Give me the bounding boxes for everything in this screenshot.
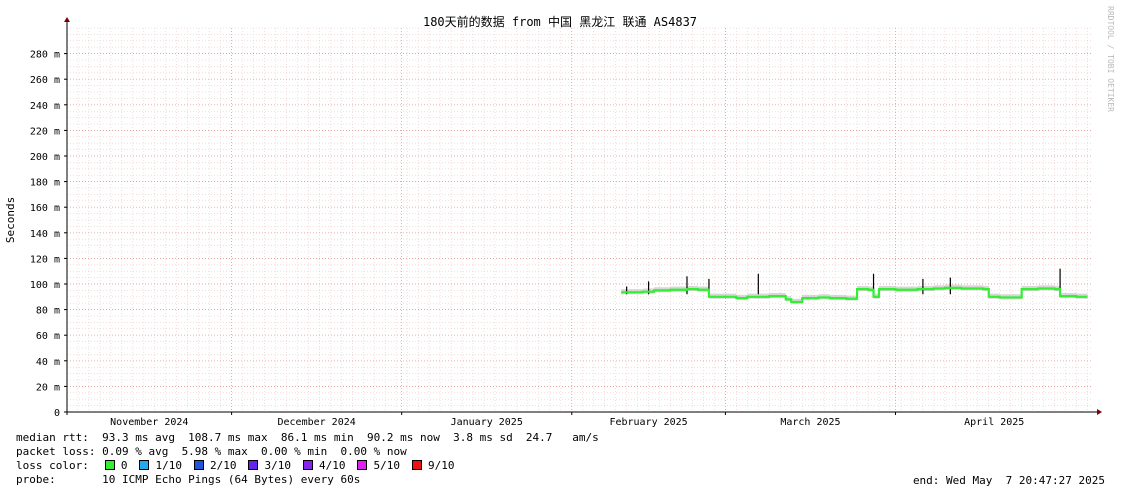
loss-color-swatch bbox=[104, 460, 115, 470]
minor-grid bbox=[66, 27, 1093, 413]
y-tick-label: 120 m bbox=[30, 254, 60, 265]
loss-color-label-text: 1/10 bbox=[155, 459, 182, 472]
y-tick-label: 20 m bbox=[36, 382, 60, 393]
x-tick-labels: November 2024 December 2024 January 2025 Fe… bbox=[110, 417, 1024, 428]
x-tick-label: December 2024 bbox=[278, 417, 356, 428]
median-rtt-stats: median rtt: 93.3 ms avg 108.7 ms max 86.… bbox=[16, 431, 599, 444]
loss-color-label-text: 9/10 bbox=[427, 459, 455, 472]
x-tick-label: April 2025 bbox=[964, 417, 1024, 428]
y-tick-label: 220 m bbox=[30, 126, 60, 137]
smoke-band bbox=[621, 284, 1088, 304]
loss-color-swatch bbox=[411, 460, 422, 470]
loss-color-item: 0 bbox=[104, 459, 128, 472]
y-tick-label: 160 m bbox=[30, 203, 60, 214]
y-tick-label: 180 m bbox=[30, 178, 60, 189]
y-tick-label: 40 m bbox=[36, 357, 60, 368]
loss-color-item: 1/10 bbox=[139, 459, 182, 472]
loss-color-item: 4/10 bbox=[302, 459, 346, 472]
loss-color-item: 9/10 bbox=[411, 459, 455, 472]
y-tick-label: 0 bbox=[54, 408, 60, 419]
loss-color-label-text: 0 bbox=[120, 459, 128, 472]
y-tick-label: 60 m bbox=[36, 331, 60, 342]
loss-color-label-text: 5/10 bbox=[373, 459, 400, 472]
y-axis-label: Seconds bbox=[4, 197, 17, 243]
chart-title: 180天前的数据 from 中国 黑龙江 联通 AS4837 bbox=[423, 14, 697, 29]
loss-color-items: 0 1/10 2/10 3/10 4/10 5/10 9/10 bbox=[104, 459, 467, 472]
y-tick-label: 80 m bbox=[36, 306, 60, 317]
loss-color-swatch bbox=[302, 460, 313, 470]
loss-color-label-text: 3/10 bbox=[264, 459, 291, 472]
loss-color-label: loss color: bbox=[16, 459, 89, 472]
loss-color-legend: loss color: 0 1/10 2/10 3/10 4/10 5/10 9/10 bbox=[16, 459, 466, 473]
y-tick-labels: 0 20 m 40 m 60 m 80 m 100 m 120 m 140 m 160 m 180… bbox=[30, 50, 60, 419]
y-tick-label: 240 m bbox=[30, 101, 60, 112]
y-tick-label: 200 m bbox=[30, 152, 60, 163]
x-tick-label: March 2025 bbox=[780, 417, 840, 428]
y-tick-label: 140 m bbox=[30, 229, 60, 240]
latency-chart: 0 20 m 40 m 60 m 80 m 100 m 120 m 140 m 160 m 180… bbox=[4, 14, 1102, 428]
probe-info: probe: 10 ICMP Echo Pings (64 Bytes) eve… bbox=[16, 473, 361, 486]
loss-color-item: 3/10 bbox=[248, 459, 291, 472]
y-tick-label: 280 m bbox=[30, 50, 60, 61]
loss-color-item: 2/10 bbox=[193, 459, 237, 472]
y-axis-arrow bbox=[64, 17, 70, 22]
rrdtool-watermark: RRDTOOL / TOBI OETIKER bbox=[1106, 6, 1115, 112]
loss-color-item: 5/10 bbox=[357, 459, 400, 472]
loss-color-swatch bbox=[139, 460, 150, 470]
x-axis-arrow bbox=[1097, 409, 1102, 415]
x-tick-label: January 2025 bbox=[451, 417, 523, 428]
loss-color-swatch bbox=[248, 460, 259, 470]
loss-color-label-text: 2/10 bbox=[209, 459, 237, 472]
loss-color-swatch bbox=[357, 460, 368, 470]
end-time: end: Wed May 7 20:47:27 2025 bbox=[912, 474, 1105, 487]
packet-loss-stats: packet loss: 0.09 % avg 5.98 % max 0.00 … bbox=[16, 445, 407, 458]
loss-color-label-text: 4/10 bbox=[318, 459, 346, 472]
y-tick-label: 260 m bbox=[30, 75, 60, 86]
y-tick-label: 100 m bbox=[30, 280, 60, 291]
x-tick-label: November 2024 bbox=[110, 417, 188, 428]
loss-color-swatch bbox=[193, 460, 204, 470]
x-tick-label: February 2025 bbox=[609, 417, 687, 428]
